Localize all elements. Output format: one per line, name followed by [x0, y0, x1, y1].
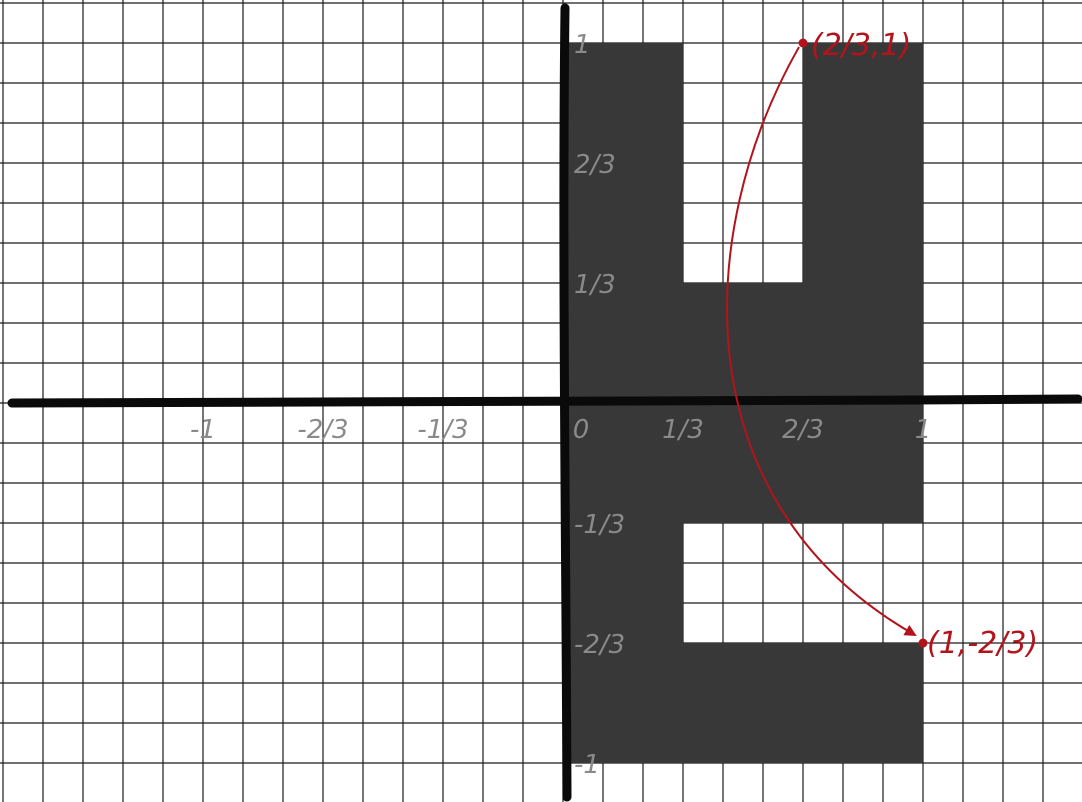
y-tick-label: -1: [574, 750, 600, 780]
x-tick-label: 0: [573, 415, 590, 445]
y-axis: [559, 3, 572, 802]
x-tick-label: 1: [915, 415, 932, 445]
x-tick-label: -1/3: [417, 415, 468, 445]
point-label: (1,-2/3): [927, 626, 1038, 661]
x-tick-label: 1/3: [662, 415, 704, 445]
x-tick-label: -1: [190, 415, 216, 445]
y-tick-label: 1/3: [574, 270, 616, 300]
x-tick-label: -2/3: [297, 415, 348, 445]
x-axis: [7, 394, 1082, 409]
y-tick-label: -1/3: [574, 510, 625, 540]
y-tick-label: 1: [574, 30, 591, 60]
coordinate-diagram: -1 -2/3 -1/3 0 1/3 2/3 1 1 2/3 1/3 -1/3 -2/3 -1 (2/…: [0, 0, 1082, 802]
y-tick-label: -2/3: [574, 630, 625, 660]
point-marker: [798, 38, 808, 48]
point-label: (2/3,1): [811, 28, 911, 63]
x-tick-label: 2/3: [782, 415, 824, 445]
y-tick-label: 2/3: [574, 150, 616, 180]
